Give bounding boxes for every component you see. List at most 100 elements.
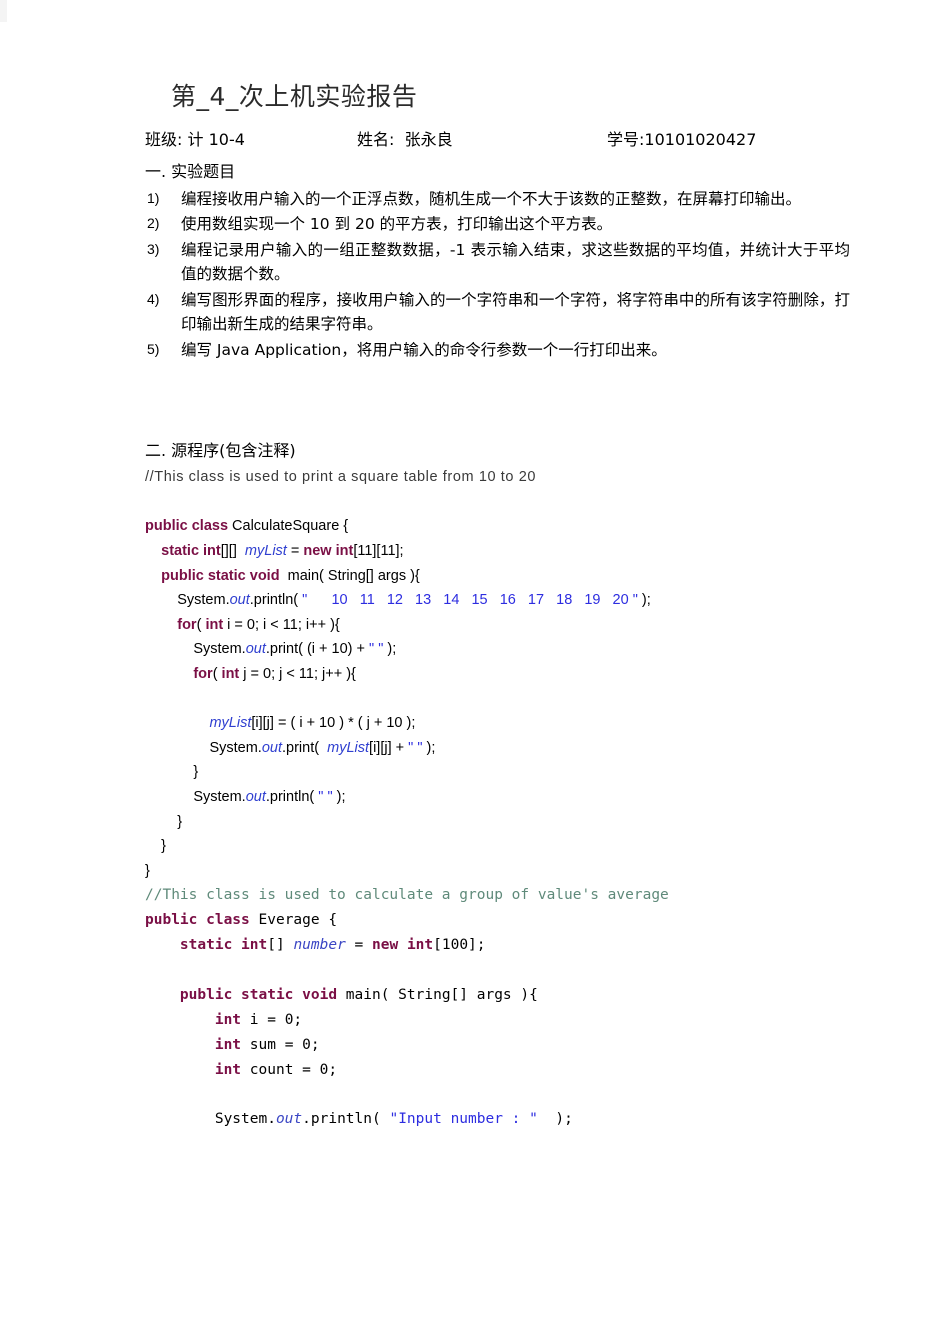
code-token: static int (161, 542, 221, 559)
code-token: myList (244, 542, 287, 559)
code-gap-top (145, 488, 850, 514)
code-token: Everage { (258, 912, 338, 929)
code-token: public class (145, 518, 233, 535)
code-token: [100]; (433, 937, 486, 954)
code-token: } (145, 764, 199, 781)
code-token: for (177, 616, 197, 633)
code-line: int sum = 0; (145, 1033, 850, 1058)
topic-text: 编程接收用户输入的一个正浮点数，随机生成一个不大于该数的正整数，在屏幕打印输出。 (181, 190, 802, 208)
code-token: CalculateSquare { (232, 518, 349, 535)
student-id-value: 10101020427 (644, 130, 757, 149)
class-field: 班级: 计 10-4 (145, 126, 357, 150)
code-token: System. (145, 1111, 276, 1128)
code-token: j = 0; j < 11; j++ ){ (239, 665, 356, 682)
code-token: public static void (161, 567, 280, 584)
code-token: " " (318, 788, 333, 805)
topic-text: 编写 Java Application，将用户输入的命令行参数一个一行打印出来。 (181, 340, 667, 359)
topic-number: 2) (147, 215, 160, 232)
code-token: int (205, 616, 224, 633)
code-line: static int[][] myList = new int[11][11]; (145, 539, 850, 564)
class-label: 班级: (145, 130, 183, 149)
name-label: 姓名: (357, 130, 395, 149)
code-token: ); (383, 641, 397, 658)
code-line: System.out.println( " 10 11 12 13 14 15 … (145, 588, 850, 613)
code-token: public static void (179, 986, 338, 1003)
code-token: //This class is used to calculate a grou… (145, 887, 669, 904)
code-token: int (221, 665, 240, 682)
topic-text: 编写图形界面的程序，接收用户输入的一个字符串和一个字符，将字符串中的所有该字符删… (181, 290, 850, 334)
code-line: public class Everage { (145, 908, 850, 933)
code-line: for( int j = 0; j < 11; j++ ){ (145, 662, 850, 687)
experiment-topic-item: 5) 编写 Java Application，将用户输入的命令行参数一个一行打印出… (145, 338, 850, 362)
code-token: main( String[] args ){ (279, 567, 420, 584)
code-line: System.out.println( " " ); (145, 785, 850, 810)
code-token: out (245, 641, 266, 658)
code-line: //This class is used to calculate a grou… (145, 883, 850, 908)
student-id-field: 学号:10101020427 (607, 126, 756, 150)
code-token: System. (145, 788, 246, 805)
code-token: sum = 0; (241, 1036, 320, 1053)
experiment-topic-item: 4) 编写图形界面的程序，接收用户输入的一个字符串和一个字符，将字符串中的所有该字… (145, 288, 850, 337)
code-line: } (145, 834, 850, 859)
code-token: System. (145, 739, 262, 756)
code-token: myList (209, 715, 252, 732)
code-token: out (275, 1111, 303, 1128)
class-value: 计 10-4 (187, 130, 245, 149)
code-token: [][] (220, 542, 245, 559)
code-line: static int[] number = new int[100]; (145, 933, 850, 958)
code-token: " " (369, 641, 384, 658)
code-token: public class (145, 912, 259, 929)
code-line: System.out.print( myList[i][j] + " " ); (145, 736, 850, 761)
code-token: " " (408, 739, 423, 756)
code-token: ); (422, 739, 436, 756)
topic-number: 1) (147, 190, 160, 206)
code-line: int i = 0; (145, 1008, 850, 1033)
experiment-topic-item: 3) 编程记录用户输入的一组正整数数据，-1 表示输入结束，求这些数据的平均值，并… (145, 238, 850, 287)
document-page: 第_4_次上机实验报告 班级: 计 10-4 姓名: 张永良 学号:101010… (0, 0, 945, 1337)
topic-number: 5) (147, 340, 160, 357)
section-one-heading: 一. 实验题目 (145, 162, 236, 181)
code-token: [11][11]; (353, 542, 404, 559)
code-token: out (229, 592, 250, 609)
code-line: for( int i = 0; i < 11; i++ ){ (145, 613, 850, 638)
experiment-topic-list: 1) 编程接收用户输入的一个正浮点数，随机生成一个不大于该数的正整数，在屏幕打印输… (145, 187, 850, 362)
code-token: System. (145, 641, 246, 658)
code-token: .println( (302, 1111, 390, 1128)
code-token: out (245, 788, 266, 805)
page-title: 第_4_次上机实验报告 (171, 82, 418, 111)
code-line: } (145, 859, 850, 884)
code-token: [i][j] + (369, 739, 409, 756)
code-token: ( (212, 665, 222, 682)
code-token: ); (637, 592, 651, 609)
code-token: } (145, 813, 183, 830)
code-line: public static void main( String[] args )… (145, 564, 850, 589)
code-token: int (214, 1036, 242, 1053)
code-token: ); (537, 1111, 573, 1128)
topic-number: 3) (147, 240, 160, 257)
code-token: = (286, 542, 304, 559)
code-token: static int (179, 937, 268, 954)
code-token: } (145, 838, 166, 855)
code-token: ); (332, 788, 346, 805)
code-token: i = 0; i < 11; i++ ){ (223, 616, 340, 633)
name-field: 姓名: 张永良 (357, 126, 607, 150)
code-line: int count = 0; (145, 1058, 850, 1083)
code-line: } (145, 760, 850, 785)
page-edge-shadow (0, 0, 7, 22)
code-token: [i][j] = ( i + 10 ) * ( j + 10 ); (251, 715, 416, 732)
code-token: .print( (282, 739, 328, 756)
code-token: = (345, 937, 373, 954)
section-two-heading: 二. 源程序(包含注释) (145, 441, 296, 461)
code-token: .println( (265, 788, 319, 805)
code-token: "Input number : " (389, 1111, 538, 1128)
java-code-block-everage: //This class is used to calculate a grou… (145, 883, 850, 1132)
code-line: System.out.print( (i + 10) + " " ); (145, 637, 850, 662)
